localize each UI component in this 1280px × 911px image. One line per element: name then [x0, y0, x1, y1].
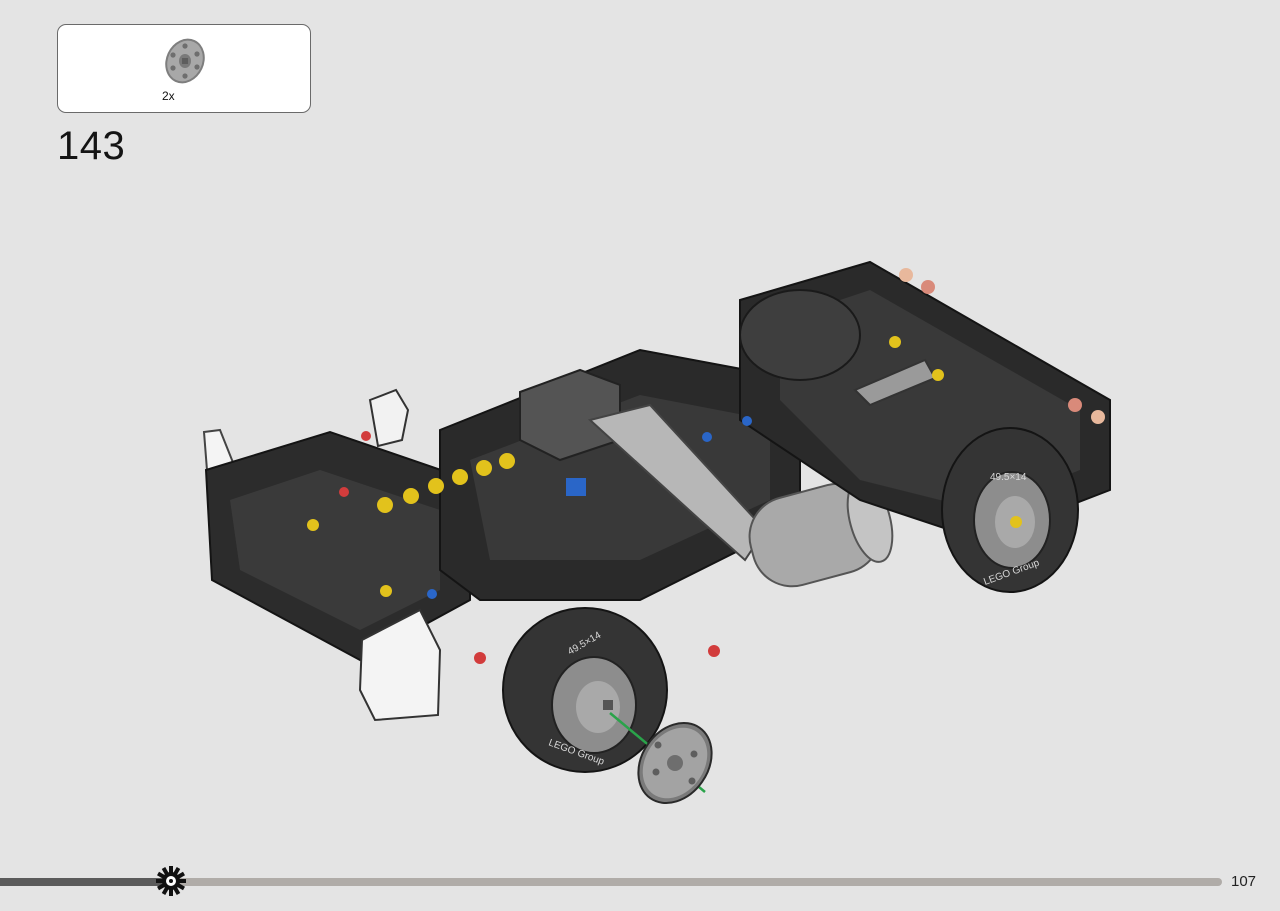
model-illustration: 49.5×14 LEGO Group 49.5×14 LEGO Group: [202, 260, 1111, 804]
rear-right-wheel: 49.5×14 LEGO Group: [941, 427, 1079, 593]
gear-tooth: [156, 879, 163, 883]
gear-tooth: [179, 879, 186, 883]
gear-tooth: [169, 889, 173, 896]
gear-icon: [156, 866, 186, 896]
page-number: 107: [1231, 873, 1257, 890]
gear-tooth: [169, 866, 173, 873]
front-wheel: 49.5×14 LEGO Group: [502, 607, 668, 773]
tire-size-text: 49.5×14: [990, 472, 1027, 483]
